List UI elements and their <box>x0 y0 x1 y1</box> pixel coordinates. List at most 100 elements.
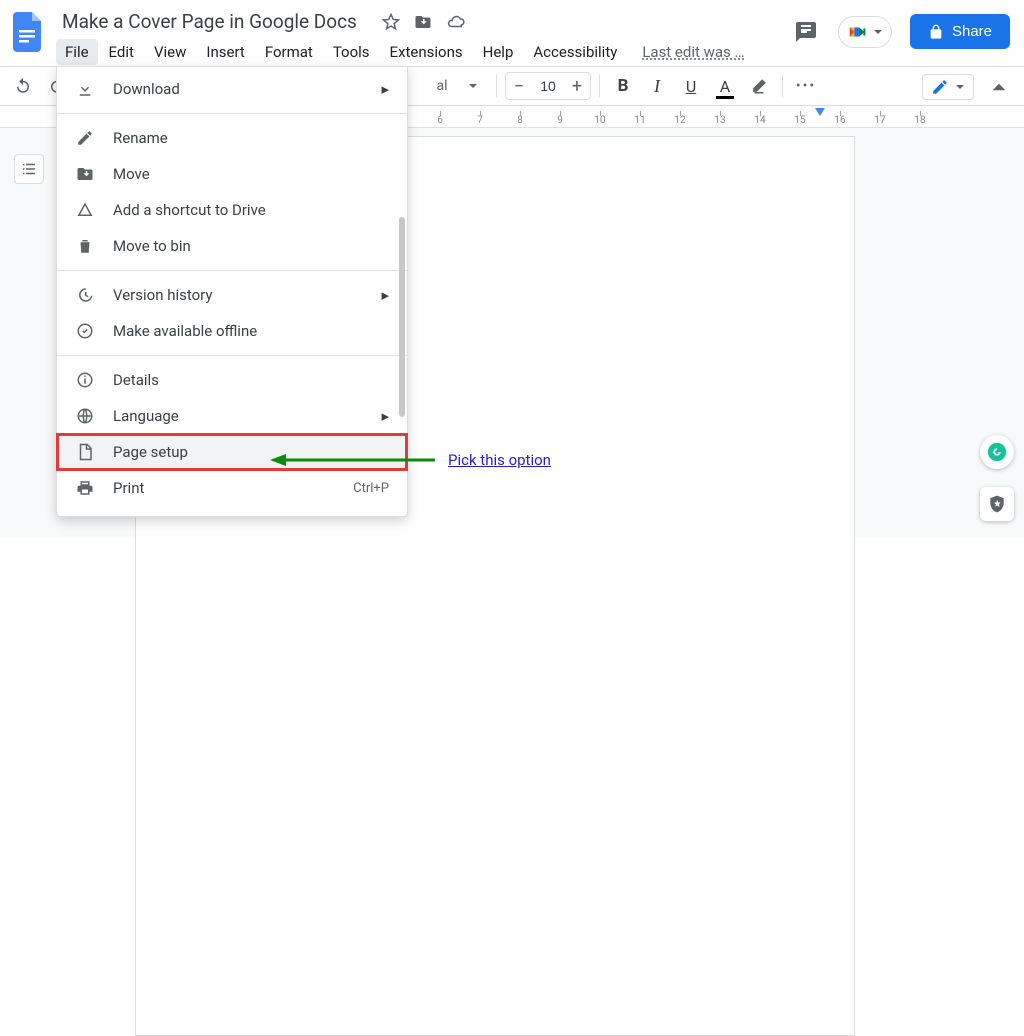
menu-separator <box>57 270 407 271</box>
ruler-tick: 9 <box>557 115 563 126</box>
menu-format[interactable]: Format <box>256 39 322 65</box>
menubar: File Edit View Insert Format Tools Exten… <box>56 39 745 65</box>
outline-toggle[interactable] <box>14 154 44 184</box>
rename-icon <box>75 129 95 147</box>
offline-icon <box>75 322 95 340</box>
trash-icon <box>75 237 95 255</box>
menu-scrollbar[interactable] <box>399 217 405 417</box>
title-area: Make a Cover Page in Google Docs File Ed… <box>56 8 745 65</box>
annotation: Pick this option <box>270 450 551 470</box>
undo-button[interactable] <box>8 71 38 101</box>
cloud-icon[interactable] <box>446 13 466 35</box>
meet-button[interactable] <box>838 16 892 48</box>
share-label: Share <box>952 23 992 40</box>
menu-label: Language <box>113 407 179 425</box>
arrow-icon <box>270 450 440 470</box>
docs-logo[interactable] <box>10 8 46 56</box>
menu-label: Add a shortcut to Drive <box>113 201 266 219</box>
highlight-button[interactable] <box>744 71 774 101</box>
menu-label: Make available offline <box>113 322 257 340</box>
editing-mode-button[interactable] <box>922 74 974 100</box>
font-size-decrease[interactable]: − <box>506 76 532 97</box>
font-size-control: − + <box>505 72 591 100</box>
file-menu-print[interactable]: Print Ctrl+P <box>57 470 407 506</box>
file-menu-rename[interactable]: Rename <box>57 120 407 156</box>
menu-separator <box>57 113 407 114</box>
history-icon <box>75 286 95 304</box>
move-icon[interactable] <box>414 13 432 35</box>
submenu-arrow-icon: ▸ <box>381 407 389 425</box>
file-menu-language[interactable]: Language ▸ <box>57 398 407 434</box>
menu-label: Details <box>113 371 159 389</box>
italic-button[interactable]: I <box>642 71 672 101</box>
menu-label: Move to bin <box>113 237 191 255</box>
last-edit-link[interactable]: Last edit was … <box>642 39 744 65</box>
file-menu-shortcut[interactable]: Add a shortcut to Drive <box>57 192 407 228</box>
header-actions: Share <box>792 14 1010 49</box>
menu-label: Page setup <box>113 443 188 461</box>
more-button[interactable]: ••• <box>791 71 821 101</box>
file-menu-move[interactable]: Move <box>57 156 407 192</box>
ruler-tick: 17 <box>874 115 885 126</box>
ruler-tick: 13 <box>714 115 725 126</box>
page-icon <box>75 443 95 461</box>
submenu-arrow-icon: ▸ <box>381 80 389 98</box>
menu-view[interactable]: View <box>145 39 195 65</box>
font-style-dropdown[interactable] <box>458 71 488 101</box>
ruler-tick: 8 <box>517 115 523 126</box>
separator <box>496 75 497 97</box>
doc-title[interactable]: Make a Cover Page in Google Docs <box>56 8 363 35</box>
grammarly-button[interactable] <box>980 435 1014 469</box>
font-size-increase[interactable]: + <box>564 76 590 97</box>
underline-button[interactable]: U <box>676 71 706 101</box>
ruler-tick: 18 <box>914 115 925 126</box>
annotation-text: Pick this option <box>448 451 551 469</box>
download-icon <box>75 80 95 98</box>
ruler-tick: 11 <box>634 115 645 126</box>
ruler-tick: 12 <box>674 115 685 126</box>
file-menu-download[interactable]: Download ▸ <box>57 71 407 107</box>
explore-button[interactable] <box>980 487 1014 521</box>
file-menu-offline[interactable]: Make available offline <box>57 313 407 349</box>
file-menu-bin[interactable]: Move to bin <box>57 228 407 264</box>
menu-extensions[interactable]: Extensions <box>381 39 472 65</box>
ruler-tick: 7 <box>477 115 483 126</box>
menu-shortcut: Ctrl+P <box>353 481 389 496</box>
menu-tools[interactable]: Tools <box>324 39 379 65</box>
separator <box>599 75 600 97</box>
chevron-down-icon <box>873 27 883 37</box>
menu-file[interactable]: File <box>56 39 98 65</box>
file-menu-details[interactable]: Details <box>57 362 407 398</box>
submenu-arrow-icon: ▸ <box>381 286 389 304</box>
menu-label: Download <box>113 80 180 98</box>
chevron-down-icon <box>955 82 965 92</box>
menu-help[interactable]: Help <box>474 39 523 65</box>
menu-label: Print <box>113 479 144 497</box>
star-icon[interactable] <box>382 13 400 35</box>
app-header: Make a Cover Page in Google Docs File Ed… <box>0 0 1024 66</box>
share-button[interactable]: Share <box>910 14 1010 49</box>
info-icon <box>75 371 95 389</box>
font-style-partial[interactable]: al <box>430 71 454 101</box>
bold-button[interactable]: B <box>608 71 638 101</box>
ruler-tick: 10 <box>594 115 605 126</box>
pencil-icon <box>931 78 949 96</box>
menu-insert[interactable]: Insert <box>197 39 253 65</box>
separator <box>782 75 783 97</box>
font-size-input[interactable] <box>532 78 564 94</box>
collapse-toolbar-button[interactable] <box>984 72 1014 102</box>
file-menu-version[interactable]: Version history ▸ <box>57 277 407 313</box>
menu-separator <box>57 355 407 356</box>
menu-accessibility[interactable]: Accessibility <box>524 39 626 65</box>
text-color-button[interactable]: A <box>710 71 740 101</box>
drive-shortcut-icon <box>75 201 95 219</box>
menu-label: Move <box>113 165 150 183</box>
ruler-tick: 14 <box>754 115 765 126</box>
ruler-tick: 6 <box>437 115 443 126</box>
menu-edit[interactable]: Edit <box>100 39 143 65</box>
comments-icon[interactable] <box>792 18 820 46</box>
ruler-right-indent[interactable] <box>815 108 825 116</box>
print-icon <box>75 479 95 497</box>
folder-move-icon <box>75 165 95 183</box>
menu-label: Rename <box>113 129 168 147</box>
